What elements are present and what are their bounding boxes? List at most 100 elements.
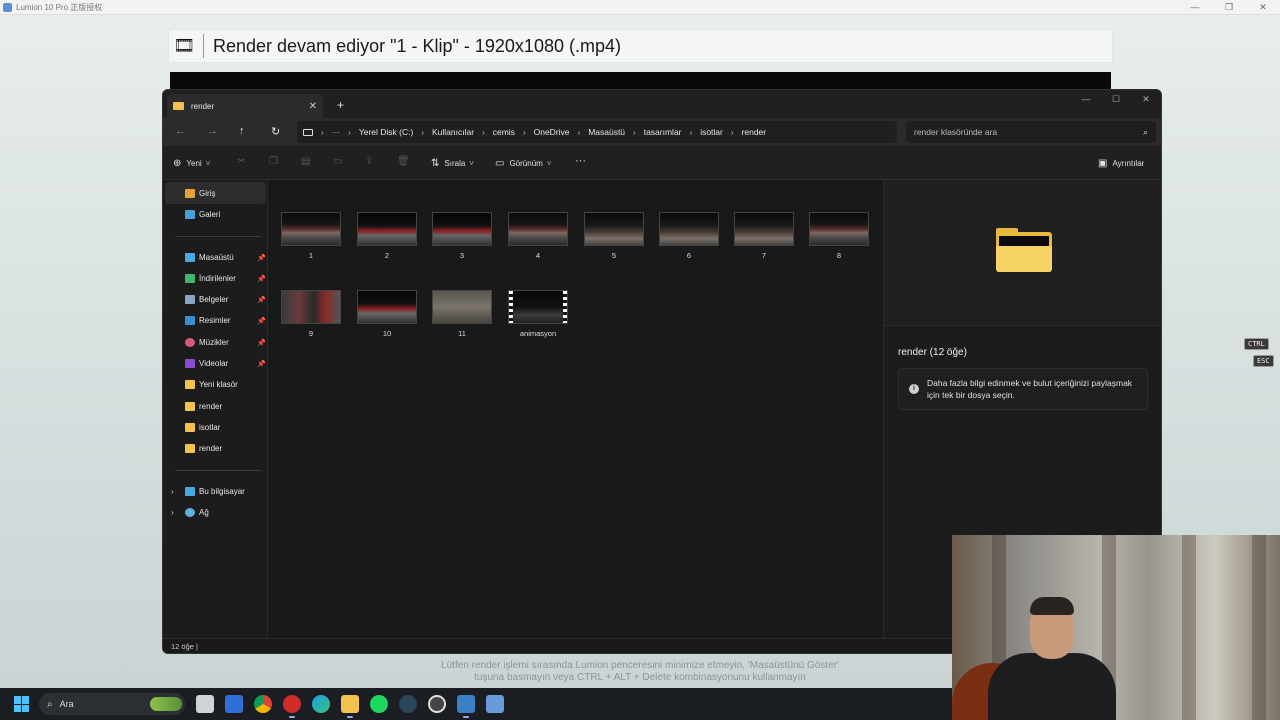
- sidebar-item-gallery[interactable]: Galeri: [185, 210, 220, 219]
- back-arrow-icon[interactable]: ←: [175, 125, 186, 137]
- sidebar-label: Masaüstü: [199, 253, 234, 262]
- sidebar-item-network[interactable]: Ağ: [185, 508, 209, 517]
- sidebar-item-render[interactable]: render: [185, 402, 222, 411]
- file-thumbnail: [281, 212, 341, 246]
- chevron-right-icon: ›: [348, 127, 351, 137]
- file-item[interactable]: 1: [281, 212, 343, 260]
- new-button[interactable]: ⊕ Yeni ˅: [173, 158, 210, 169]
- breadcrumb-item[interactable]: Masaüstü: [588, 127, 625, 137]
- details-pane-button[interactable]: ▣ Ayrıntılar: [1098, 158, 1144, 169]
- search-input[interactable]: render klasöründe ara ⌕: [906, 121, 1156, 143]
- close-icon[interactable]: ✕: [1246, 0, 1280, 15]
- breadcrumb-item[interactable]: Kullanıcılar: [432, 127, 474, 137]
- file-item[interactable]: 9: [281, 290, 343, 338]
- pin-icon[interactable]: 📌: [257, 296, 266, 304]
- minimize-icon[interactable]: —: [1178, 0, 1212, 15]
- view-button[interactable]: ▭ Görünüm ˅: [495, 158, 551, 169]
- breadcrumb-item[interactable]: isotlar: [700, 127, 723, 137]
- share-icon[interactable]: ⇪: [365, 156, 373, 167]
- tab-render[interactable]: render ✕: [167, 94, 323, 118]
- file-item[interactable]: 6: [659, 212, 721, 260]
- sidebar-item-home[interactable]: Giriş: [185, 189, 215, 198]
- edge-icon[interactable]: [312, 695, 330, 713]
- paste-icon[interactable]: ▤: [301, 156, 310, 167]
- file-list: 1 2 3 4 5 6 7 8 9 10 11 animasyon: [268, 180, 883, 638]
- start-button[interactable]: [14, 696, 30, 712]
- task-view-icon[interactable]: [196, 695, 214, 713]
- sidebar-item-desktop[interactable]: Masaüstü 📌: [185, 253, 266, 262]
- chevron-right-icon[interactable]: ›: [171, 487, 174, 496]
- sidebar-item-render-2[interactable]: render: [185, 444, 222, 453]
- address-bar[interactable]: › ··· › Yerel Disk (C:) › Kullanıcılar ›…: [297, 121, 897, 143]
- sidebar-label: İndirilenler: [199, 274, 236, 283]
- cut-icon[interactable]: ✂: [237, 156, 245, 167]
- lumion-icon[interactable]: [486, 695, 504, 713]
- pin-icon[interactable]: 📌: [257, 339, 266, 347]
- pictures-icon: [185, 316, 195, 325]
- steam-icon[interactable]: [399, 695, 417, 713]
- sidebar-label: isotlar: [199, 423, 221, 432]
- pin-icon[interactable]: 📌: [257, 360, 266, 368]
- breadcrumb-item[interactable]: cemis: [493, 127, 515, 137]
- more-options-button[interactable]: ···: [575, 155, 586, 167]
- file-item[interactable]: 5: [584, 212, 646, 260]
- mail-icon[interactable]: [225, 695, 243, 713]
- file-item[interactable]: 2: [357, 212, 419, 260]
- rename-icon[interactable]: ▭: [333, 156, 342, 167]
- copy-icon[interactable]: ❐: [269, 156, 278, 167]
- sidebar-item-documents[interactable]: Belgeler 📌: [185, 295, 266, 304]
- minimize-icon[interactable]: —: [1071, 90, 1101, 110]
- file-item[interactable]: animasyon: [508, 290, 570, 338]
- taskbar: ⌕ Ara: [0, 688, 952, 720]
- spotify-icon[interactable]: [370, 695, 388, 713]
- file-item[interactable]: 8: [809, 212, 871, 260]
- file-item[interactable]: 11: [432, 290, 494, 338]
- file-item[interactable]: 10: [357, 290, 419, 338]
- app-icon[interactable]: [428, 695, 446, 713]
- sidebar-item-downloads[interactable]: İndirilenler 📌: [185, 274, 266, 283]
- hint-line-2: tuşuna basmayın veya CTRL + ALT + Delete…: [474, 672, 806, 683]
- breadcrumb-item[interactable]: render: [742, 127, 767, 137]
- taskbar-search[interactable]: ⌕ Ara: [39, 693, 185, 715]
- sidebar-item-new-folder[interactable]: Yeni klasör: [185, 380, 238, 389]
- new-tab-button[interactable]: +: [337, 98, 344, 112]
- sidebar-item-this-pc[interactable]: Bu bilgisayar: [185, 487, 245, 496]
- sidebar-item-videos[interactable]: Videolar 📌: [185, 359, 266, 368]
- chrome-icon[interactable]: [254, 695, 272, 713]
- sort-button[interactable]: ⇅ Sırala ˅: [431, 158, 474, 169]
- breadcrumb-item[interactable]: OneDrive: [534, 127, 570, 137]
- file-thumbnail: [809, 212, 869, 246]
- breadcrumb-item[interactable]: Yerel Disk (C:): [359, 127, 413, 137]
- breadcrumb-item[interactable]: tasarımlar: [644, 127, 682, 137]
- file-item[interactable]: 3: [432, 212, 494, 260]
- file-explorer-icon[interactable]: [341, 695, 359, 718]
- person-hair: [1030, 597, 1074, 615]
- webcam-overlay: [952, 535, 1280, 720]
- chevron-right-icon[interactable]: ›: [171, 508, 174, 517]
- folder-icon: [185, 402, 195, 411]
- file-item[interactable]: 7: [734, 212, 796, 260]
- delete-icon[interactable]: 🗑: [397, 156, 410, 167]
- details-pane-icon: ▣: [1098, 158, 1108, 169]
- render-progress-header: 🎞 Render devam ediyor "1 - Klip" - 1920x…: [168, 29, 1113, 63]
- sidebar-item-isotlar[interactable]: isotlar: [185, 423, 220, 432]
- breadcrumb-overflow[interactable]: ···: [332, 127, 341, 137]
- refresh-icon[interactable]: ↻: [271, 125, 280, 138]
- pin-icon[interactable]: 📌: [257, 254, 266, 262]
- pin-icon[interactable]: 📌: [257, 317, 266, 325]
- tab-close-icon[interactable]: ✕: [309, 101, 317, 112]
- 3dsmax-icon[interactable]: [457, 695, 475, 718]
- up-arrow-icon[interactable]: ↑: [239, 125, 245, 137]
- opera-icon[interactable]: [283, 695, 301, 718]
- header-divider: [203, 34, 204, 58]
- close-icon[interactable]: ✕: [1131, 90, 1161, 110]
- file-item[interactable]: 4: [508, 212, 570, 260]
- pin-icon[interactable]: 📌: [257, 275, 266, 283]
- sidebar-item-music[interactable]: Müzikler 📌: [185, 338, 266, 347]
- file-thumbnail: [357, 212, 417, 246]
- sidebar-label: render: [199, 444, 223, 453]
- restore-icon[interactable]: ❐: [1212, 0, 1246, 15]
- sidebar-item-pictures[interactable]: Resimler 📌: [185, 316, 266, 325]
- maximize-icon[interactable]: ☐: [1101, 90, 1131, 110]
- forward-arrow-icon[interactable]: →: [207, 125, 218, 137]
